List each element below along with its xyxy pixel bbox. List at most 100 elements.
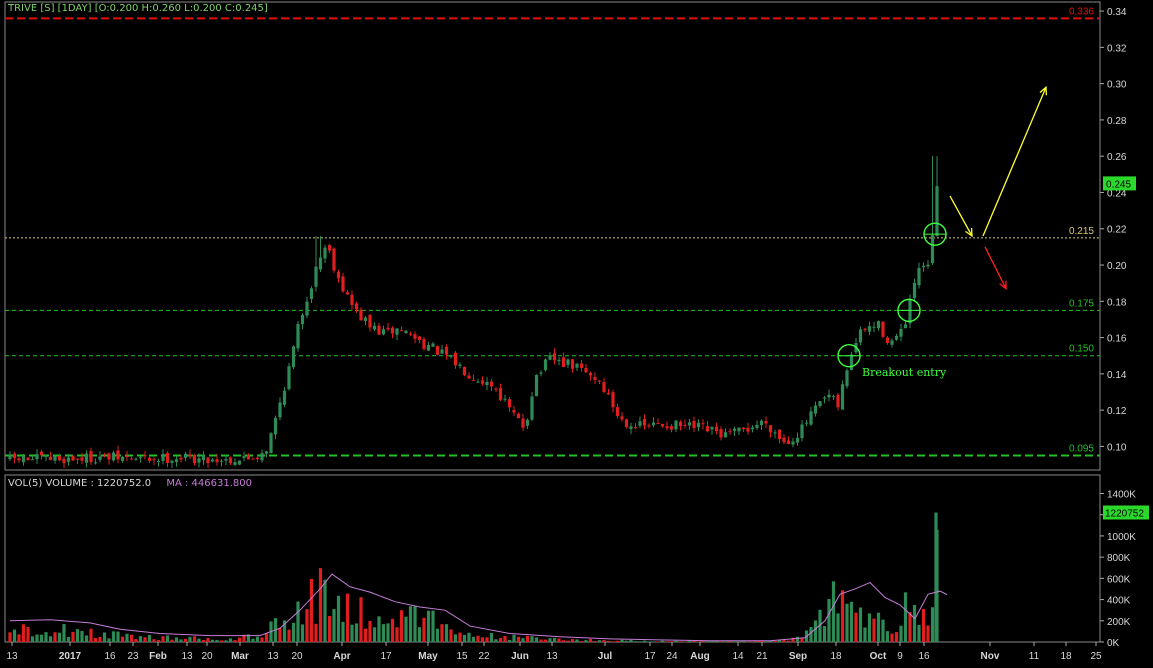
candle-body — [417, 336, 422, 341]
volume-bar — [422, 617, 426, 642]
volume-bar — [894, 632, 899, 642]
price-tick-label: 0.30 — [1107, 80, 1127, 91]
candle-body — [255, 457, 260, 460]
price-panel: 0.336 0.215 0.175 0.150 0.095 Breakout entry… — [5, 6, 1136, 469]
candle-body — [66, 457, 71, 462]
candle-body — [147, 457, 152, 461]
volume-bar — [107, 638, 111, 642]
candle-body — [611, 392, 615, 408]
candle-body — [818, 401, 822, 406]
candle-body — [863, 328, 867, 330]
volume-bar — [30, 636, 35, 642]
candle-body — [647, 425, 651, 427]
candle-body — [822, 397, 827, 399]
candle-body — [588, 372, 593, 376]
volume-bar — [296, 601, 300, 642]
candle-body — [161, 454, 165, 461]
volume-bar — [395, 627, 399, 642]
volume-bar — [912, 604, 917, 642]
price-tick-label: 0.20 — [1107, 261, 1127, 272]
candle-body — [480, 380, 485, 384]
candle-body — [629, 426, 633, 430]
candle-body — [570, 359, 575, 369]
candle-body — [917, 267, 921, 286]
price-tick-label: 0.16 — [1107, 334, 1127, 345]
volume-bar — [656, 641, 660, 643]
candle-body — [534, 374, 539, 397]
candle-body — [237, 460, 242, 465]
candle-body — [435, 345, 440, 355]
candle-body — [800, 424, 804, 439]
candle-body — [606, 392, 611, 395]
candle-body — [687, 422, 692, 426]
candle-body — [422, 339, 426, 349]
candle-body — [399, 330, 404, 332]
volume-bar — [363, 628, 368, 642]
volume-bar — [525, 635, 530, 642]
last-price-label: 0.245 — [1106, 179, 1131, 190]
candle-body — [543, 359, 548, 371]
volume-bar — [134, 639, 138, 642]
volume-bar — [89, 628, 93, 642]
volume-label: VOL(5) VOLUME : 1220752.0 — [8, 478, 152, 489]
volume-bar — [678, 641, 683, 642]
candle-body — [903, 324, 908, 329]
volume-bar — [611, 641, 615, 642]
candle-body — [332, 248, 336, 271]
candle-body — [561, 357, 566, 367]
volume-bar — [305, 609, 309, 642]
candle-body — [503, 398, 507, 400]
candle-body — [327, 244, 332, 251]
volume-bar — [683, 641, 687, 643]
candle-body — [57, 455, 62, 461]
volume-bar — [165, 635, 170, 642]
volume-bar — [741, 641, 746, 642]
volume-bar — [278, 627, 282, 642]
candle-body — [291, 346, 296, 368]
volume-bar — [417, 627, 422, 642]
volume-bar — [413, 606, 417, 642]
volume-bar — [116, 631, 120, 642]
volume-bar — [368, 620, 372, 642]
volume-bar — [908, 612, 912, 642]
price-tick-label: 0.28 — [1107, 116, 1127, 127]
date-tick-label: 13 — [267, 651, 279, 662]
candle-body — [408, 333, 413, 335]
candle-body — [809, 411, 813, 425]
candle-body — [566, 359, 570, 365]
candle-body — [791, 441, 795, 445]
price-tick-label: 0.10 — [1107, 442, 1127, 453]
candle-body — [638, 421, 642, 426]
volume-bar — [732, 641, 737, 642]
candle-body — [80, 457, 84, 461]
volume-bar — [21, 624, 26, 642]
volume-bar — [498, 637, 503, 642]
volume-bar — [215, 639, 219, 642]
candle-body — [651, 422, 656, 426]
candle-body — [215, 459, 219, 463]
volume-bar — [372, 627, 377, 642]
volume-bar — [84, 635, 89, 642]
candle-body — [705, 426, 710, 432]
candle-body — [287, 366, 291, 390]
candle-body — [908, 299, 912, 324]
volume-bar — [642, 640, 647, 642]
volume-bar — [615, 640, 620, 642]
volume-tick-label: 1000K — [1107, 532, 1136, 543]
annotations: Breakout entry — [837, 85, 1048, 379]
volume-bar — [917, 624, 921, 642]
candle-body — [935, 186, 939, 236]
volume-bar — [143, 637, 147, 642]
volume-bar — [705, 641, 710, 642]
volume-bar — [876, 612, 881, 642]
date-tick-label: 20 — [201, 651, 213, 662]
volume-bar — [566, 640, 570, 642]
volume-bar — [440, 624, 444, 642]
volume-bar — [746, 641, 750, 643]
volume-bar — [800, 638, 804, 642]
volume-bar — [674, 640, 678, 642]
volume-tick-label: 600K — [1107, 574, 1131, 585]
volume-bar — [471, 636, 476, 642]
volume-bar — [300, 624, 305, 642]
date-tick-label: 14 — [732, 651, 744, 662]
